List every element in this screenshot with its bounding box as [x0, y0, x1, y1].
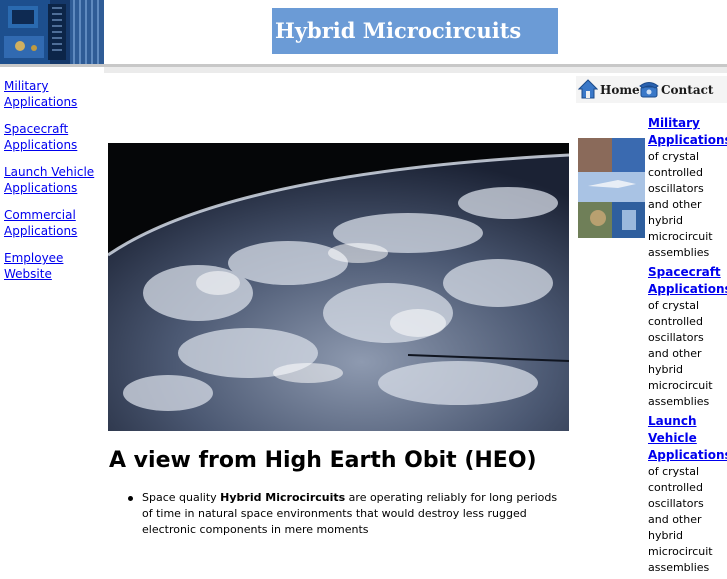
home-label: Home — [600, 83, 640, 97]
page-header: Hybrid Microcircuits — [0, 0, 727, 64]
bullet-text-bold: Hybrid Microcircuits — [220, 491, 346, 504]
main-headline: A view from High Earth Obit (HEO) — [109, 448, 537, 473]
site-title-banner: Hybrid Microcircuits — [272, 8, 558, 54]
sidebar-desc-military: of crystal controlled oscillators and ot… — [648, 150, 713, 259]
sidebar-desc-launch-vehicle: of crystal controlled oscillators and ot… — [648, 465, 713, 574]
home-button[interactable]: Home — [578, 78, 640, 100]
site-title: Hybrid Microcircuits — [275, 18, 522, 43]
nav-link-launch-vehicle[interactable]: Launch Vehicle Applications — [4, 164, 104, 196]
bullet-dot — [128, 496, 133, 501]
nav-link-spacecraft[interactable]: Spacecraft Applications — [4, 121, 104, 153]
military-collage-thumbnail[interactable] — [578, 138, 645, 238]
top-nav-buttons: Home Contact — [576, 76, 727, 103]
contact-button[interactable]: Contact — [639, 78, 725, 100]
circuit-board-logo-image — [0, 0, 104, 64]
list-item: Space quality Hybrid Microcircuits are o… — [128, 490, 558, 538]
nav-link-commercial[interactable]: Commercial Applications — [4, 207, 104, 239]
right-sidebar: Military Applications of crystal control… — [648, 115, 727, 579]
telephone-icon — [639, 82, 659, 98]
left-navigation: Military Applications Spacecraft Applica… — [4, 78, 104, 293]
house-icon — [578, 79, 598, 99]
sidebar-link-launch-vehicle[interactable]: Launch Vehicle Applications — [648, 413, 727, 464]
feature-list: Space quality Hybrid Microcircuits are o… — [128, 490, 558, 538]
contact-label: Contact — [661, 83, 714, 97]
sidebar-desc-spacecraft: of crystal controlled oscillators and ot… — [648, 299, 713, 408]
nav-link-employee-website[interactable]: Employee Website — [4, 250, 104, 282]
bullet-text-prefix: Space quality — [142, 491, 221, 504]
earth-from-orbit-photo — [107, 143, 570, 431]
header-divider-shadow — [104, 67, 727, 73]
nav-link-military[interactable]: Military Applications — [4, 78, 104, 110]
sidebar-link-military[interactable]: Military Applications — [648, 115, 727, 149]
sidebar-link-spacecraft[interactable]: Spacecraft Applications — [648, 264, 727, 298]
